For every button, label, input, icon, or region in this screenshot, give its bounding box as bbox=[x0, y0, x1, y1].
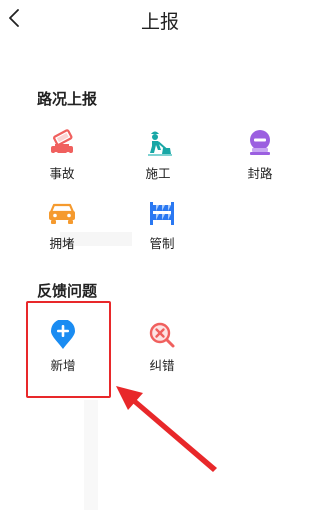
report-item-label: 施工 bbox=[145, 166, 171, 181]
annotation-arrow-icon bbox=[116, 386, 217, 472]
report-item-label: 拥堵 bbox=[49, 236, 75, 251]
section-title-road: 路况上报 bbox=[37, 90, 98, 108]
barrier-icon bbox=[150, 202, 174, 225]
road-closed-icon bbox=[250, 130, 270, 155]
section-title-feedback: 反馈问题 bbox=[37, 282, 98, 300]
top-bar: 上报 bbox=[0, 0, 320, 40]
page-title: 上报 bbox=[140, 11, 179, 33]
report-item-label: 事故 bbox=[49, 166, 75, 181]
highlight-box bbox=[26, 301, 111, 398]
report-item-label: 管制 bbox=[149, 236, 175, 251]
feedback-item-correct[interactable]: 纠错 bbox=[130, 320, 194, 376]
report-item-traffic-control[interactable]: 管制 bbox=[130, 198, 194, 254]
background-smudge bbox=[84, 400, 98, 510]
error-search-icon bbox=[149, 322, 175, 348]
report-item-label: 封路 bbox=[247, 166, 273, 181]
accident-icon bbox=[51, 129, 73, 156]
report-item-traffic-jam[interactable]: 拥堵 bbox=[30, 198, 94, 254]
traffic-jam-car-icon bbox=[49, 203, 75, 224]
report-item-road-closed[interactable]: 封路 bbox=[228, 128, 292, 184]
report-item-construction[interactable]: 施工 bbox=[126, 128, 190, 184]
feedback-item-label: 纠错 bbox=[149, 358, 175, 373]
construction-worker-icon bbox=[148, 131, 172, 156]
report-item-accident[interactable]: 事故 bbox=[30, 128, 94, 184]
